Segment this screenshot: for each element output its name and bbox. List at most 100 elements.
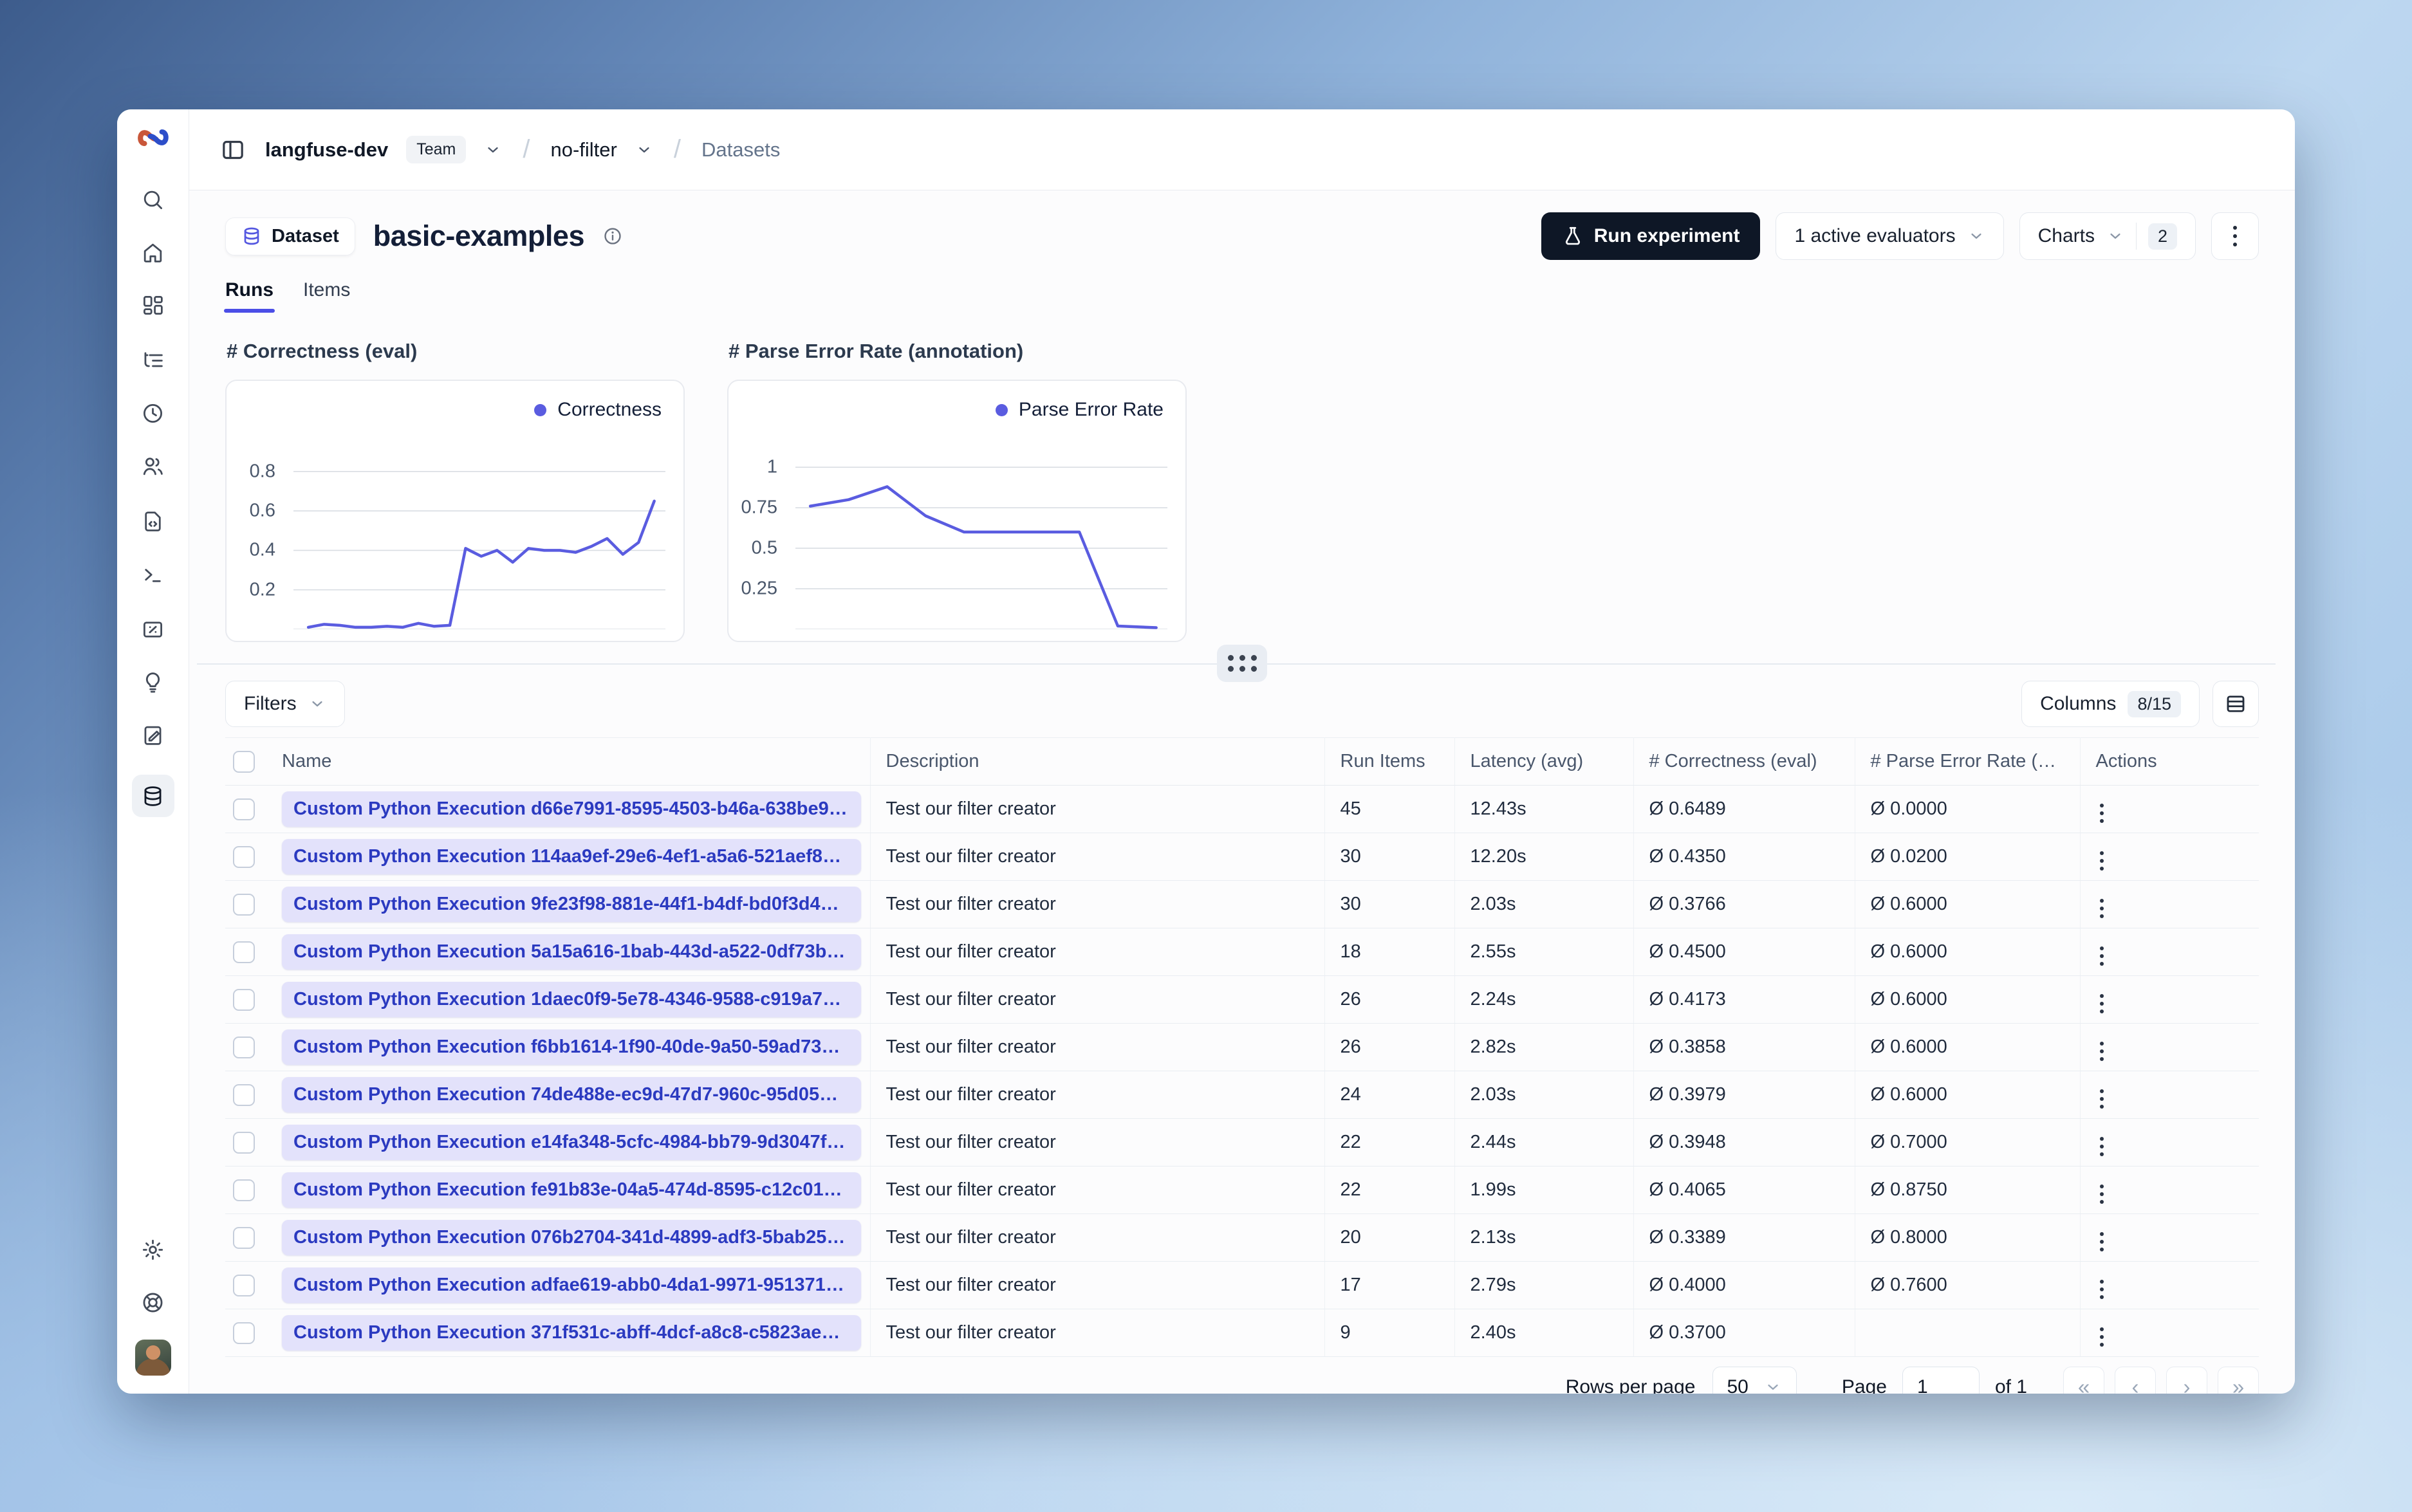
row-checkbox[interactable] bbox=[233, 845, 255, 868]
datasets-database-icon[interactable] bbox=[131, 775, 174, 817]
row-checkbox[interactable] bbox=[233, 1083, 255, 1106]
search-icon[interactable] bbox=[140, 187, 166, 212]
tracing-tree-icon[interactable] bbox=[140, 347, 166, 373]
home-icon[interactable] bbox=[140, 239, 166, 265]
settings-gear-icon[interactable] bbox=[140, 1237, 166, 1262]
row-actions-menu[interactable] bbox=[2096, 1276, 2108, 1303]
dataset-entity-badge: Dataset bbox=[225, 217, 355, 255]
last-page-button[interactable]: » bbox=[2218, 1367, 2259, 1394]
run-name-link[interactable]: Custom Python Execution 1daec0f9-5e78-43… bbox=[282, 982, 861, 1017]
row-actions-menu[interactable] bbox=[2096, 1038, 2108, 1065]
column-header-parse-error-rate[interactable]: # Parse Error Rate (an... bbox=[1855, 737, 2081, 786]
evaluation-icon[interactable] bbox=[140, 616, 166, 642]
run-name-link[interactable]: Custom Python Execution 5a15a616-1bab-44… bbox=[282, 934, 861, 970]
row-actions-menu[interactable] bbox=[2096, 1085, 2108, 1112]
chevron-down-icon[interactable] bbox=[484, 141, 502, 159]
run-name-link[interactable]: Custom Python Execution 076b2704-341d-48… bbox=[282, 1220, 861, 1255]
breadcrumb-section[interactable]: Datasets bbox=[701, 138, 780, 161]
info-icon[interactable] bbox=[602, 226, 623, 246]
lightbulb-icon[interactable] bbox=[140, 669, 166, 695]
select-all-checkbox[interactable] bbox=[233, 750, 255, 773]
sessions-clock-icon[interactable] bbox=[140, 400, 166, 426]
row-checkbox[interactable] bbox=[233, 1179, 255, 1201]
workspace-name[interactable]: langfuse-dev bbox=[265, 138, 388, 161]
row-select-cell bbox=[225, 1166, 266, 1214]
dashboard-icon[interactable] bbox=[140, 292, 166, 318]
chart-correctness: # Correctness (eval) Correctness 0.8 0.6 0… bbox=[225, 340, 685, 642]
prompts-file-icon[interactable] bbox=[140, 508, 166, 534]
run-items-value: 22 bbox=[1324, 1166, 1455, 1214]
sidebar-toggle-icon[interactable] bbox=[219, 136, 247, 164]
run-name-link[interactable]: Custom Python Execution 114aa9ef-29e6-4e… bbox=[282, 839, 861, 874]
row-select-cell bbox=[225, 975, 266, 1024]
row-actions-menu[interactable] bbox=[2096, 800, 2108, 827]
previous-page-button[interactable]: ‹ bbox=[2115, 1367, 2156, 1394]
annotation-clipboard-icon[interactable] bbox=[140, 722, 166, 748]
column-header-name[interactable]: Name bbox=[266, 737, 871, 786]
row-checkbox[interactable] bbox=[233, 1131, 255, 1154]
run-name-link[interactable]: Custom Python Execution 74de488e-ec9d-47… bbox=[282, 1077, 861, 1112]
page-number-input[interactable] bbox=[1902, 1367, 1980, 1394]
row-checkbox[interactable] bbox=[233, 1322, 255, 1344]
run-name-link[interactable]: Custom Python Execution e14fa348-5cfc-49… bbox=[282, 1125, 861, 1160]
run-description: Test our filter creator bbox=[870, 928, 1325, 976]
run-name-link[interactable]: Custom Python Execution f6bb1614-1f90-40… bbox=[282, 1029, 861, 1065]
rows-icon bbox=[2227, 696, 2245, 712]
drag-handle[interactable] bbox=[1217, 645, 1267, 682]
run-name-link[interactable]: Custom Python Execution 371f531c-abff-4d… bbox=[282, 1315, 861, 1351]
row-checkbox[interactable] bbox=[233, 893, 255, 916]
row-checkbox[interactable] bbox=[233, 798, 255, 820]
more-actions-button[interactable] bbox=[2211, 212, 2259, 260]
row-actions-menu[interactable] bbox=[2096, 895, 2108, 922]
column-header-latency[interactable]: Latency (avg) bbox=[1454, 737, 1634, 786]
row-checkbox[interactable] bbox=[233, 1226, 255, 1249]
run-name-link[interactable]: Custom Python Execution adfae619-abb0-4d… bbox=[282, 1268, 861, 1303]
chevron-down-icon[interactable] bbox=[635, 141, 653, 159]
run-description: Test our filter creator bbox=[870, 1118, 1325, 1166]
charts-dropdown[interactable]: Charts bbox=[2038, 225, 2095, 247]
table-row: Custom Python Execution 076b2704-341d-48… bbox=[225, 1213, 2259, 1262]
chevron-down-icon[interactable] bbox=[2106, 227, 2124, 245]
rows-per-page-select[interactable]: 50 bbox=[1712, 1367, 1797, 1394]
users-icon[interactable] bbox=[140, 453, 166, 479]
row-checkbox[interactable] bbox=[233, 941, 255, 963]
row-checkbox[interactable] bbox=[233, 988, 255, 1011]
column-header-correctness[interactable]: # Correctness (eval) bbox=[1633, 737, 1855, 786]
column-header-description[interactable]: Description bbox=[870, 737, 1325, 786]
row-actions-menu[interactable] bbox=[2096, 1133, 2108, 1160]
row-actions-menu[interactable] bbox=[2096, 1228, 2108, 1255]
support-lifebuoy-icon[interactable] bbox=[140, 1289, 166, 1315]
filters-button[interactable]: Filters bbox=[225, 681, 345, 727]
row-checkbox[interactable] bbox=[233, 1274, 255, 1296]
row-height-button[interactable] bbox=[2213, 681, 2259, 727]
playground-terminal-icon[interactable] bbox=[140, 561, 166, 587]
table-row: Custom Python Execution 1daec0f9-5e78-43… bbox=[225, 975, 2259, 1024]
run-name-link[interactable]: Custom Python Execution d66e7991-8595-45… bbox=[282, 791, 861, 827]
run-experiment-button[interactable]: Run experiment bbox=[1541, 212, 1761, 260]
run-description: Test our filter creator bbox=[870, 1309, 1325, 1357]
row-actions-menu[interactable] bbox=[2096, 1323, 2108, 1351]
run-parse-error-rate-value: Ø 0.6000 bbox=[1855, 1023, 2081, 1071]
run-name-link[interactable]: Custom Python Execution 9fe23f98-881e-44… bbox=[282, 887, 861, 922]
column-header-run-items[interactable]: Run Items bbox=[1324, 737, 1455, 786]
row-actions-menu[interactable] bbox=[2096, 990, 2108, 1017]
tab-items[interactable]: Items bbox=[303, 279, 350, 313]
columns-button[interactable]: Columns 8/15 bbox=[2021, 681, 2200, 727]
run-description: Test our filter creator bbox=[870, 1166, 1325, 1214]
y-axis-tick-label: 0.25 bbox=[741, 578, 777, 599]
next-page-button[interactable]: › bbox=[2166, 1367, 2207, 1394]
run-name-link[interactable]: Custom Python Execution fe91b83e-04a5-47… bbox=[282, 1172, 861, 1208]
row-actions-menu[interactable] bbox=[2096, 847, 2108, 874]
run-latency-value: 2.24s bbox=[1454, 975, 1634, 1024]
project-name[interactable]: no-filter bbox=[550, 138, 617, 161]
row-checkbox[interactable] bbox=[233, 1036, 255, 1058]
tab-runs[interactable]: Runs bbox=[224, 279, 275, 313]
first-page-button[interactable]: « bbox=[2063, 1367, 2104, 1394]
active-evaluators-dropdown[interactable]: 1 active evaluators bbox=[1776, 212, 2004, 260]
chart-legend: Parse Error Rate bbox=[995, 399, 1164, 421]
row-actions-menu[interactable] bbox=[2096, 1181, 2108, 1208]
row-actions-menu[interactable] bbox=[2096, 943, 2108, 970]
user-avatar[interactable] bbox=[135, 1340, 171, 1376]
columns-count-badge: 8/15 bbox=[2128, 690, 2181, 717]
chart-card: Parse Error Rate 1 0.75 0.5 0.25 bbox=[727, 380, 1187, 642]
